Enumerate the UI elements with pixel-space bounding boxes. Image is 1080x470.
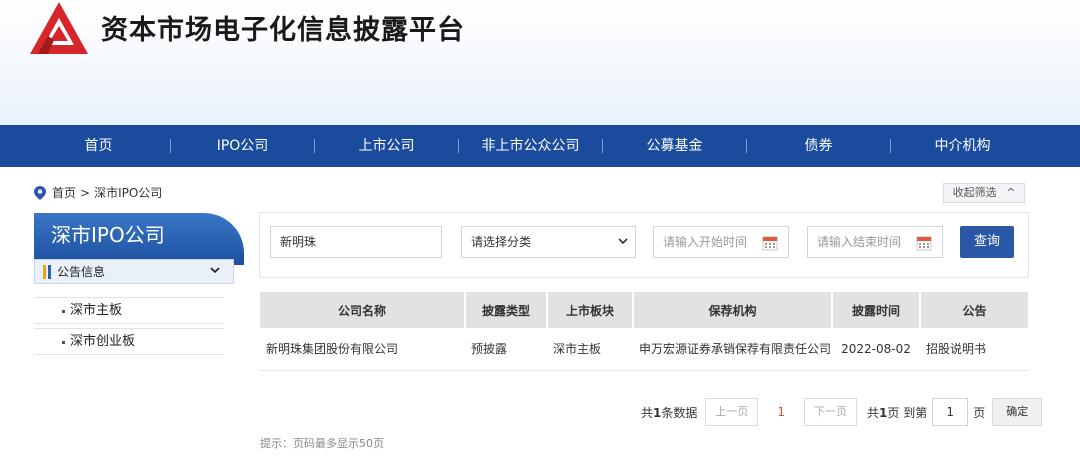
nav-item-ipo[interactable]: IPO公司 [171,125,314,167]
breadcrumb-separator: > [80,185,91,200]
nav-item-public-unlisted[interactable]: 非上市公众公司 [459,125,602,167]
chevron-down-icon [209,264,221,279]
page-hint: 提示：页码最多显示50页 [260,437,384,450]
nav-item-funds[interactable]: 公募基金 [603,125,746,167]
nav-item-bonds[interactable]: 债券 [747,125,890,167]
breadcrumb: 首页 > 深市IPO公司 [34,184,166,201]
site-title: 资本市场电子化信息披露平台 [101,15,465,46]
nav-item-listed[interactable]: 上市公司 [315,125,458,167]
filter-panel: 新明珠 请选择分类 请输入开始时间 请输入结束时间 查询 [259,212,1029,278]
sidebar-item-label: 深市创业板 [70,334,136,349]
board-cell: 深市主板 [547,328,633,371]
keyword-input[interactable]: 新明珠 [270,226,442,258]
table-row: 新明珠集团股份有限公司 预披露 深市主板 申万宏源证券承销保荐有限责任公司 20… [260,328,1028,371]
sidebar-title: 深市IPO公司 [34,213,244,265]
sidebar-list: 深市主板 深市创业板 [34,297,224,359]
end-date-placeholder: 请输入结束时间 [817,235,902,249]
page-unit: 页 [973,405,986,420]
main-nav: 首页 IPO公司 上市公司 非上市公众公司 公募基金 债券 中介机构 [0,125,1080,167]
search-button[interactable]: 查询 [960,226,1014,258]
sidebar-section-toggle[interactable]: 公告信息 [34,259,234,284]
sidebar: 深市IPO公司 公告信息 深市主板 深市创业板 [34,213,244,355]
category-select-value: 请选择分类 [471,235,532,249]
sidebar-item-label: 深市主板 [70,303,123,318]
company-name-cell[interactable]: 新明珠集团股份有限公司 [260,328,465,371]
sidebar-item-gem-board[interactable]: 深市创业板 [34,328,224,355]
sidebar-section-label: 公告信息 [57,265,106,279]
collapse-filter-button[interactable]: 收起筛选 ^ [943,183,1025,203]
logo-icon [30,2,88,54]
column-header: 公告 [920,292,1028,328]
calendar-icon[interactable] [916,235,932,251]
results-table: 公司名称 披露类型 上市板块 保荐机构 披露时间 公告 新明珠集团股份有限公司 … [260,292,1028,371]
disclosure-date-cell: 2022-08-02 [832,328,920,371]
chevron-down-icon [618,227,628,268]
column-header: 披露类型 [465,292,548,328]
total-pages: 共1页 到第 [867,405,928,420]
section-marker [48,264,51,279]
chevron-up-icon: ^ [1006,186,1016,199]
goto-page-input[interactable]: 1 [932,398,969,426]
column-header: 保荐机构 [633,292,833,328]
category-select[interactable]: 请选择分类 [461,226,636,258]
column-header: 披露时间 [832,292,921,328]
header-banner: 资本市场电子化信息披露平台 [0,0,1080,125]
start-date-placeholder: 请输入开始时间 [663,235,748,249]
calendar-icon[interactable] [762,235,778,251]
next-page-button[interactable]: 下一页 [804,398,858,426]
breadcrumb-current: 深市IPO公司 [94,186,163,200]
disclosure-type-cell: 预披露 [465,328,547,371]
pagination: 共1条数据 上一页 1 下一页 共1页 到第 1 页 确定 [641,398,1043,426]
column-header: 上市板块 [547,292,634,328]
announcement-link[interactable]: 招股说明书 [920,328,1028,371]
nav-item-home[interactable]: 首页 [27,125,170,167]
nav-item-intermediaries[interactable]: 中介机构 [891,125,1034,167]
column-header: 公司名称 [260,292,466,328]
section-marker [43,264,46,279]
end-date-input[interactable]: 请输入结束时间 [807,226,943,258]
collapse-filter-label: 收起筛选 [952,186,997,199]
table-header-row: 公司名称 披露类型 上市板块 保荐机构 披露时间 公告 [260,292,1028,328]
location-pin-icon [34,185,46,200]
current-page[interactable]: 1 [777,405,785,419]
sponsor-cell: 申万宏源证券承销保荐有限责任公司 [633,328,832,371]
confirm-page-button[interactable]: 确定 [992,398,1043,426]
total-records: 共1条数据 [641,405,698,420]
sidebar-item-main-board[interactable]: 深市主板 [34,297,224,324]
start-date-input[interactable]: 请输入开始时间 [653,226,789,258]
prev-page-button[interactable]: 上一页 [705,398,759,426]
breadcrumb-home[interactable]: 首页 [52,184,76,201]
